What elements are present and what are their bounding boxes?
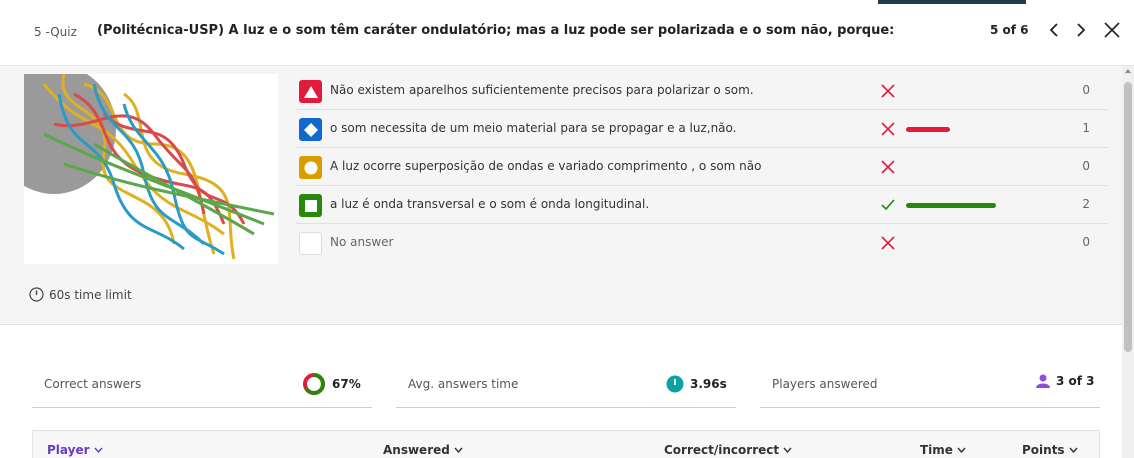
close-icon (1104, 22, 1120, 38)
user-icon (1036, 374, 1050, 388)
correct-check-icon (879, 196, 897, 214)
players-answered-label: Players answered (772, 377, 878, 391)
chevron-right-icon (1077, 23, 1086, 37)
column-header-time[interactable]: Time (920, 443, 966, 457)
column-header-label: Correct/incorrect (664, 443, 780, 457)
incorrect-icon (879, 234, 897, 252)
column-header-label: Points (1022, 443, 1065, 457)
column-header-correct-incorrect[interactable]: Correct/incorrect (664, 443, 792, 457)
players-answered-stat: Players answered 3 of 3 (760, 362, 1100, 408)
time-limit-label: 60s time limit (49, 287, 132, 302)
previous-question-button[interactable] (1043, 18, 1065, 42)
no-answer-icon (299, 232, 322, 255)
answer-row: Não existem aparelhos suficientemente pr… (296, 72, 1108, 110)
triangle-icon (299, 80, 322, 103)
answer-count: 0 (1082, 159, 1090, 173)
chevron-down-icon (957, 447, 966, 453)
column-header-label: Answered (383, 443, 450, 457)
chevron-down-icon (93, 447, 103, 453)
avg-time-value: 3.96s (690, 377, 727, 391)
scrollbar[interactable] (1122, 66, 1134, 458)
avg-time-label: Avg. answers time (408, 377, 519, 391)
timer-icon (666, 375, 684, 393)
question-pager: 5 of 6 (990, 23, 1029, 37)
answer-text: No answer (330, 235, 394, 249)
question-title: (Politécnica-USP) A luz e o som têm cará… (97, 23, 895, 38)
wave-polarization-image (24, 74, 275, 260)
question-image (24, 74, 278, 264)
column-header-points[interactable]: Points (1022, 443, 1078, 457)
incorrect-icon (879, 158, 897, 176)
chevron-down-icon (783, 447, 792, 453)
answer-text: Não existem aparelhos suficientemente pr… (330, 83, 754, 97)
chevron-down-icon (1069, 447, 1078, 453)
answer-count: 0 (1082, 83, 1090, 97)
close-button[interactable] (1101, 18, 1123, 42)
correct-answers-label: Correct answers (44, 377, 142, 391)
answer-row: a luz é onda transversal e o som é onda … (296, 186, 1108, 224)
diamond-icon (299, 118, 322, 141)
answer-bar (906, 127, 950, 132)
header-accent-strip (878, 0, 1026, 4)
circle-icon (299, 156, 322, 179)
column-header-player[interactable]: Player (47, 443, 103, 457)
column-header-label: Player (47, 443, 90, 457)
correct-donut-icon (303, 373, 325, 395)
answer-count: 1 (1082, 121, 1090, 135)
chevron-down-icon (454, 447, 463, 453)
correct-answers-stat: Correct answers 67% (32, 362, 372, 408)
players-answered-value: 3 of 3 (1056, 374, 1095, 388)
column-header-label: Time (920, 443, 953, 457)
answer-list: Não existem aparelhos suficientemente pr… (296, 72, 1108, 262)
answer-count: 0 (1082, 235, 1090, 249)
answer-text: o som necessita de um meio material para… (330, 121, 737, 135)
answer-row: No answer 0 (296, 224, 1108, 262)
answer-text: A luz ocorre superposição de ondas e var… (330, 159, 762, 173)
clock-icon (29, 287, 44, 302)
next-question-button[interactable] (1070, 18, 1092, 42)
chevron-left-icon (1049, 23, 1058, 37)
answer-bar (906, 203, 996, 208)
scrollbar-thumb[interactable] (1124, 82, 1132, 352)
avg-time-stat: Avg. answers time 3.96s (396, 362, 736, 408)
answer-count: 2 (1082, 197, 1090, 211)
incorrect-icon (879, 82, 897, 100)
question-header: 5 -Quiz (Politécnica-USP) A luz e o som … (0, 0, 1134, 66)
answer-row: A luz ocorre superposição de ondas e var… (296, 148, 1108, 186)
quiz-number: 5 -Quiz (34, 25, 77, 39)
answer-row: o som necessita de um meio material para… (296, 110, 1108, 148)
incorrect-icon (879, 120, 897, 138)
scroll-up-arrow-icon[interactable] (1125, 69, 1131, 73)
time-limit: 60s time limit (29, 287, 132, 302)
square-icon (299, 194, 322, 217)
column-header-answered[interactable]: Answered (383, 443, 463, 457)
players-table-header: Player Answered Correct/incorrect Time P… (32, 430, 1100, 458)
quiz-report-page: 5 -Quiz (Politécnica-USP) A luz e o som … (0, 0, 1134, 458)
correct-answers-value: 67% (332, 377, 361, 391)
answer-text: a luz é onda transversal e o som é onda … (330, 197, 650, 211)
